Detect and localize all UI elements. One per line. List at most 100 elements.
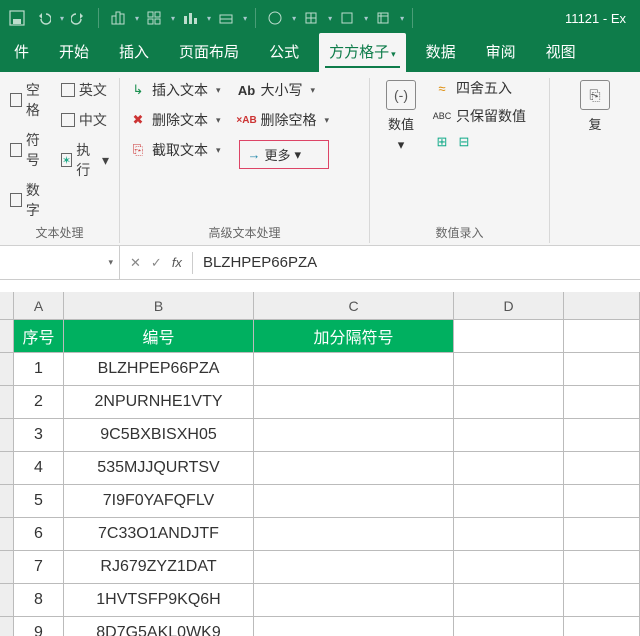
col-header-B[interactable]: B — [64, 292, 254, 319]
cell[interactable] — [564, 353, 640, 386]
tab-ffgz[interactable]: 方方格子▾ — [319, 33, 406, 72]
row-header[interactable] — [0, 353, 14, 386]
row-header[interactable] — [0, 485, 14, 518]
cell[interactable] — [564, 485, 640, 518]
chk-english[interactable]: 英文 — [61, 80, 109, 100]
chk-chinese[interactable]: 中文 — [61, 110, 109, 130]
cell-code[interactable]: BLZHPEP66PZA — [64, 353, 254, 386]
tab-review[interactable]: 审阅 — [476, 33, 526, 72]
cell-header-B[interactable]: 编号 — [64, 320, 254, 353]
btn-round[interactable]: ≈四舍五入 — [434, 78, 526, 98]
chk-symbol[interactable]: 符号 — [10, 130, 49, 170]
select-all-corner[interactable] — [0, 292, 14, 319]
cell[interactable] — [564, 584, 640, 617]
btn-delspace[interactable]: ×AB删除空格▾ — [239, 110, 330, 130]
cell[interactable] — [254, 617, 454, 636]
redo-icon[interactable] — [68, 7, 90, 29]
row-header[interactable] — [0, 419, 14, 452]
tab-data[interactable]: 数据 — [416, 33, 466, 72]
undo-caret-icon[interactable]: ▾ — [60, 14, 64, 23]
cell[interactable] — [254, 518, 454, 551]
qat-icon-8[interactable] — [372, 7, 394, 29]
row-header[interactable] — [0, 452, 14, 485]
col-header-D[interactable]: D — [454, 292, 564, 319]
cell-seq[interactable]: 7 — [14, 551, 64, 584]
cell-seq[interactable]: 2 — [14, 386, 64, 419]
tab-formula[interactable]: 公式 — [259, 33, 309, 72]
qat-icon-2[interactable] — [143, 7, 165, 29]
cancel-icon[interactable]: ✕ — [130, 255, 141, 271]
btn-numeric[interactable]: (-) 数值 ▾ — [380, 78, 422, 220]
row-header[interactable] — [0, 320, 14, 353]
row-header[interactable] — [0, 551, 14, 584]
grid[interactable]: 序号 编号 加分隔符号 1BLZHPEP66PZA22NPURNHE1VTY39… — [0, 320, 640, 636]
btn-keepnum[interactable]: ABC只保留数值 — [434, 106, 526, 126]
tab-layout[interactable]: 页面布局 — [169, 33, 249, 72]
btn-delete-text[interactable]: ✖删除文本▾ — [130, 110, 221, 130]
undo-icon[interactable] — [32, 7, 54, 29]
cell-code[interactable]: 9C5BXBISXH05 — [64, 419, 254, 452]
row-header[interactable] — [0, 584, 14, 617]
cell-code[interactable]: 2NPURNHE1VTY — [64, 386, 254, 419]
cell[interactable] — [254, 485, 454, 518]
cell[interactable] — [454, 518, 564, 551]
cell-seq[interactable]: 3 — [14, 419, 64, 452]
row-header[interactable] — [0, 518, 14, 551]
cell-header-A[interactable]: 序号 — [14, 320, 64, 353]
cell[interactable] — [564, 518, 640, 551]
col-header-A[interactable]: A — [14, 292, 64, 319]
cell[interactable] — [454, 452, 564, 485]
qat-icon-3[interactable] — [179, 7, 201, 29]
tab-view[interactable]: 视图 — [536, 33, 586, 72]
cell-code[interactable]: RJ679ZYZ1DAT — [64, 551, 254, 584]
enter-icon[interactable]: ✓ — [151, 255, 162, 271]
cell[interactable] — [564, 419, 640, 452]
cell[interactable] — [454, 353, 564, 386]
cell-code[interactable]: 7I9F0YAFQFLV — [64, 485, 254, 518]
qat-icon-6[interactable] — [300, 7, 322, 29]
chk-space[interactable]: 空格 — [10, 80, 49, 120]
tab-file[interactable]: 件 — [4, 33, 39, 72]
cell[interactable] — [454, 584, 564, 617]
btn-case[interactable]: Ab大小写▾ — [239, 80, 330, 100]
row-header[interactable] — [0, 386, 14, 419]
cell-code[interactable]: 535MJJQURTSV — [64, 452, 254, 485]
btn-extra-num[interactable]: ⊞⊟ — [434, 134, 526, 150]
cell[interactable] — [454, 617, 564, 636]
cell-code[interactable]: 1HVTSFP9KQ6H — [64, 584, 254, 617]
cell-seq[interactable]: 9 — [14, 617, 64, 636]
cell[interactable] — [454, 485, 564, 518]
cell-seq[interactable]: 6 — [14, 518, 64, 551]
btn-more[interactable]: →更多▾ — [239, 140, 330, 169]
cell-header-C[interactable]: 加分隔符号 — [254, 320, 454, 353]
cell[interactable] — [454, 419, 564, 452]
chk-number[interactable]: 数字 — [10, 180, 49, 220]
btn-copy[interactable]: ⎘ 复 — [560, 78, 630, 135]
col-header-C[interactable]: C — [254, 292, 454, 319]
cell[interactable] — [254, 584, 454, 617]
row-header[interactable] — [0, 617, 14, 636]
qat-icon-4[interactable] — [215, 7, 237, 29]
fx-icon[interactable]: fx — [172, 255, 182, 270]
cell[interactable] — [564, 320, 640, 353]
qat-icon-1[interactable] — [107, 7, 129, 29]
cell[interactable] — [254, 386, 454, 419]
cell[interactable] — [564, 452, 640, 485]
cell-seq[interactable]: 4 — [14, 452, 64, 485]
cell[interactable] — [254, 419, 454, 452]
cell-seq[interactable]: 5 — [14, 485, 64, 518]
cell[interactable] — [254, 551, 454, 584]
cell[interactable] — [454, 551, 564, 584]
btn-extract-text[interactable]: ⎘截取文本▾ — [130, 140, 221, 160]
btn-insert-text[interactable]: ↳插入文本▾ — [130, 80, 221, 100]
cell-seq[interactable]: 8 — [14, 584, 64, 617]
cell[interactable] — [454, 386, 564, 419]
save-icon[interactable] — [6, 7, 28, 29]
cell[interactable] — [454, 320, 564, 353]
tab-home[interactable]: 开始 — [49, 33, 99, 72]
col-header-rest[interactable] — [564, 292, 640, 319]
cell[interactable] — [564, 386, 640, 419]
qat-icon-7[interactable] — [336, 7, 358, 29]
cell[interactable] — [564, 617, 640, 636]
cell-code[interactable]: 7C33O1ANDJTF — [64, 518, 254, 551]
